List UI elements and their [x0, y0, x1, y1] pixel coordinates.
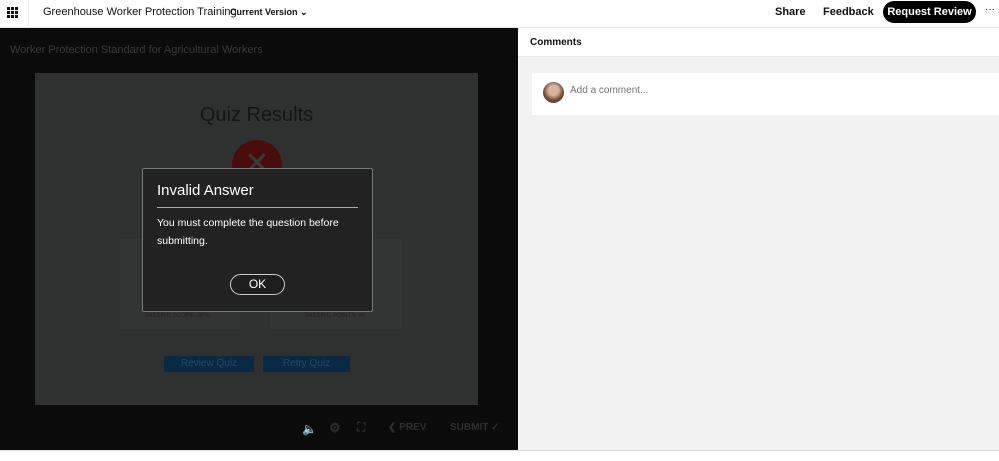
checkmark-icon: ✓: [491, 422, 500, 433]
more-options-icon[interactable]: ···: [985, 4, 995, 15]
volume-icon[interactable]: 🔈: [302, 422, 317, 436]
comments-title: Comments: [530, 37, 582, 48]
comment-input[interactable]: [570, 85, 970, 96]
project-title: Greenhouse Worker Protection Training: [43, 6, 237, 18]
top-bar: Greenhouse Worker Protection Training Cu…: [0, 0, 999, 28]
comment-box: [532, 73, 999, 115]
apps-grid-icon[interactable]: [7, 7, 18, 18]
retry-quiz-button[interactable]: Retry Quiz: [263, 356, 350, 372]
ok-button[interactable]: OK: [230, 274, 285, 295]
divider: [157, 207, 358, 208]
submit-button[interactable]: SUBMIT ✓: [450, 422, 500, 433]
request-review-button[interactable]: Request Review: [883, 1, 976, 23]
passing-score: PASSING SCORE: 80%: [145, 313, 210, 319]
course-title: Worker Protection Standard for Agricultu…: [10, 44, 263, 56]
chevron-left-icon: ❮: [388, 422, 397, 433]
fullscreen-icon[interactable]: ⛶: [357, 420, 365, 435]
quiz-results-title: Quiz Results: [199, 104, 314, 126]
divider: [28, 0, 29, 28]
version-label: Current Version: [230, 7, 298, 17]
comments-header: Comments: [518, 28, 999, 57]
review-quiz-button[interactable]: Review Quiz: [164, 356, 254, 372]
avatar: [543, 82, 564, 103]
dialog-message: You must complete the question before su…: [157, 217, 339, 247]
version-dropdown[interactable]: Current Version ⌄: [230, 7, 308, 18]
prev-button[interactable]: ❮ PREV: [388, 422, 426, 433]
share-button[interactable]: Share: [775, 6, 806, 18]
dialog-title: Invalid Answer: [157, 182, 254, 199]
chevron-down-icon: ⌄: [300, 7, 308, 17]
feedback-button[interactable]: Feedback: [823, 6, 874, 18]
passing-points: PASSING POINTS: 40: [305, 313, 366, 319]
submit-label: SUBMIT: [450, 422, 489, 433]
settings-gear-icon[interactable]: ⚙: [329, 420, 341, 436]
prev-label: PREV: [399, 422, 427, 433]
footer: [0, 450, 999, 461]
invalid-answer-dialog: Invalid Answer You must complete the que…: [142, 168, 373, 312]
